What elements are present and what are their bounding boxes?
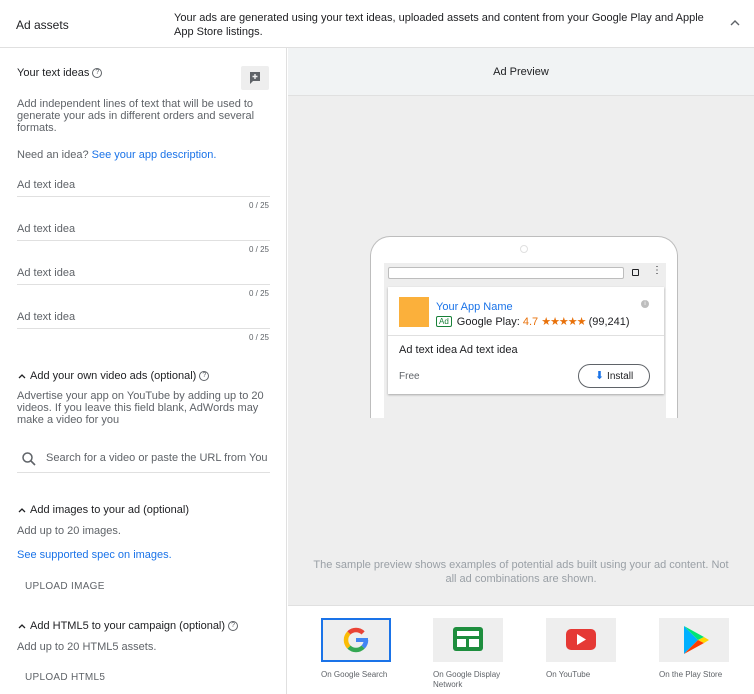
upload-html5-button[interactable]: UPLOAD HTML5: [25, 672, 105, 683]
rating-line: Ad Google Play: 4.7 ★★★★★ (99,241): [436, 315, 630, 328]
text-ideas-description: Add independent lines of text that will …: [17, 98, 255, 134]
network-option-youtube[interactable]: On YouTube: [546, 618, 618, 680]
chevron-up-icon: [18, 624, 26, 629]
install-button[interactable]: ⬇ Install: [578, 364, 650, 388]
network-tile: [433, 618, 503, 662]
ad-text-idea-field[interactable]: [17, 223, 270, 241]
network-tile: [546, 618, 616, 662]
network-selector: On Google Search On Google Display Netwo…: [288, 605, 754, 694]
store-label: Google Play:: [456, 316, 520, 328]
phone-mockup: ⋮ Your App Name i Ad Google Play: 4.7 ★★★…: [370, 236, 678, 418]
help-icon[interactable]: ?: [199, 371, 210, 382]
ad-text-idea-field[interactable]: [17, 311, 270, 329]
char-counter: 0 / 25: [248, 245, 269, 254]
help-icon[interactable]: ?: [92, 68, 103, 79]
display-network-icon: [453, 627, 483, 651]
char-counter: 0 / 25: [248, 289, 269, 298]
network-label: On YouTube: [546, 670, 591, 679]
phone-screen: ⋮ Your App Name i Ad Google Play: 4.7 ★★★…: [384, 263, 666, 418]
tabs-icon: [632, 269, 639, 276]
section-title: Ad assets: [16, 18, 69, 32]
preview-title: Ad Preview: [493, 66, 549, 78]
ad-card: Your App Name i Ad Google Play: 4.7 ★★★★★…: [388, 287, 664, 394]
add-comment-icon: [250, 72, 260, 84]
ad-text-idea-input[interactable]: [17, 179, 270, 191]
ad-text-idea-input[interactable]: [17, 223, 270, 235]
upload-image-button[interactable]: UPLOAD IMAGE: [25, 581, 105, 592]
network-tile: [321, 618, 391, 662]
video-description: Advertise your app on YouTube by adding …: [17, 390, 264, 426]
network-option-play-store[interactable]: On the Play Store: [659, 618, 731, 680]
ad-text-idea-input[interactable]: [17, 311, 270, 323]
app-icon: [399, 297, 429, 327]
preview-header: Ad Preview: [288, 48, 754, 96]
browser-url-bar: [388, 267, 624, 279]
network-label: On Google Search: [321, 670, 388, 679]
images-description: Add up to 20 images.: [17, 525, 121, 537]
idea-hint: Need an idea? See your app description.: [17, 149, 217, 161]
network-tile: [659, 618, 729, 662]
ad-text-idea-field[interactable]: [17, 267, 270, 285]
supported-spec-link[interactable]: See supported spec on images.: [17, 549, 172, 561]
chevron-up-icon[interactable]: [728, 16, 742, 30]
video-search-field[interactable]: [17, 445, 270, 473]
rating-value: 4.7: [522, 316, 539, 328]
help-icon[interactable]: ?: [228, 621, 239, 632]
html5-toggle[interactable]: Add HTML5 to your campaign (optional)?: [17, 620, 239, 632]
ad-text-idea-input[interactable]: [17, 267, 270, 279]
see-app-description-link[interactable]: See your app description.: [92, 149, 217, 161]
network-option-display[interactable]: On Google Display Network: [433, 618, 505, 690]
ad-text: Ad text idea Ad text idea: [399, 344, 518, 356]
ad-preview-panel: Ad Preview ⋮ Your App Name i Ad Google Pl…: [288, 48, 754, 694]
video-ads-toggle[interactable]: Add your own video ads (optional)?: [17, 370, 210, 382]
ad-text-idea-field[interactable]: [17, 179, 270, 197]
phone-camera: [520, 245, 528, 253]
network-label: On Google Display Network: [433, 670, 501, 689]
html5-description: Add up to 20 HTML5 assets.: [17, 641, 157, 653]
section-description: Your ads are generated using your text i…: [174, 12, 704, 38]
more-vert-icon: ⋮: [652, 265, 662, 276]
search-icon: [22, 452, 36, 466]
ad-assets-header: Ad assets Your ads are generated using y…: [0, 0, 754, 48]
google-g-icon: [343, 627, 369, 653]
star-rating-icon: ★★★★★: [541, 316, 586, 328]
assets-form-panel: Your text ideas? Add independent lines o…: [0, 48, 287, 694]
review-count: (99,241): [588, 316, 630, 328]
ad-card-header: Your App Name i Ad Google Play: 4.7 ★★★★★…: [388, 287, 664, 336]
images-toggle[interactable]: Add images to your ad (optional): [17, 504, 189, 516]
chevron-up-icon: [18, 374, 26, 379]
info-icon: i: [641, 300, 649, 308]
char-counter: 0 / 25: [248, 201, 269, 210]
download-icon: ⬇: [594, 370, 605, 382]
text-ideas-heading: Your text ideas?: [17, 67, 103, 79]
chevron-up-icon: [18, 508, 26, 513]
add-text-idea-button[interactable]: [241, 66, 269, 90]
video-search-input[interactable]: [46, 452, 268, 464]
preview-note: The sample preview shows examples of pot…: [313, 559, 729, 585]
network-option-google-search[interactable]: On Google Search: [321, 618, 393, 680]
play-store-icon: [684, 626, 709, 654]
app-name: Your App Name: [436, 301, 513, 313]
char-counter: 0 / 25: [248, 333, 269, 342]
price-label: Free: [399, 371, 420, 382]
ad-badge: Ad: [436, 316, 452, 327]
network-label: On the Play Store: [659, 670, 723, 679]
youtube-icon: [566, 629, 596, 650]
